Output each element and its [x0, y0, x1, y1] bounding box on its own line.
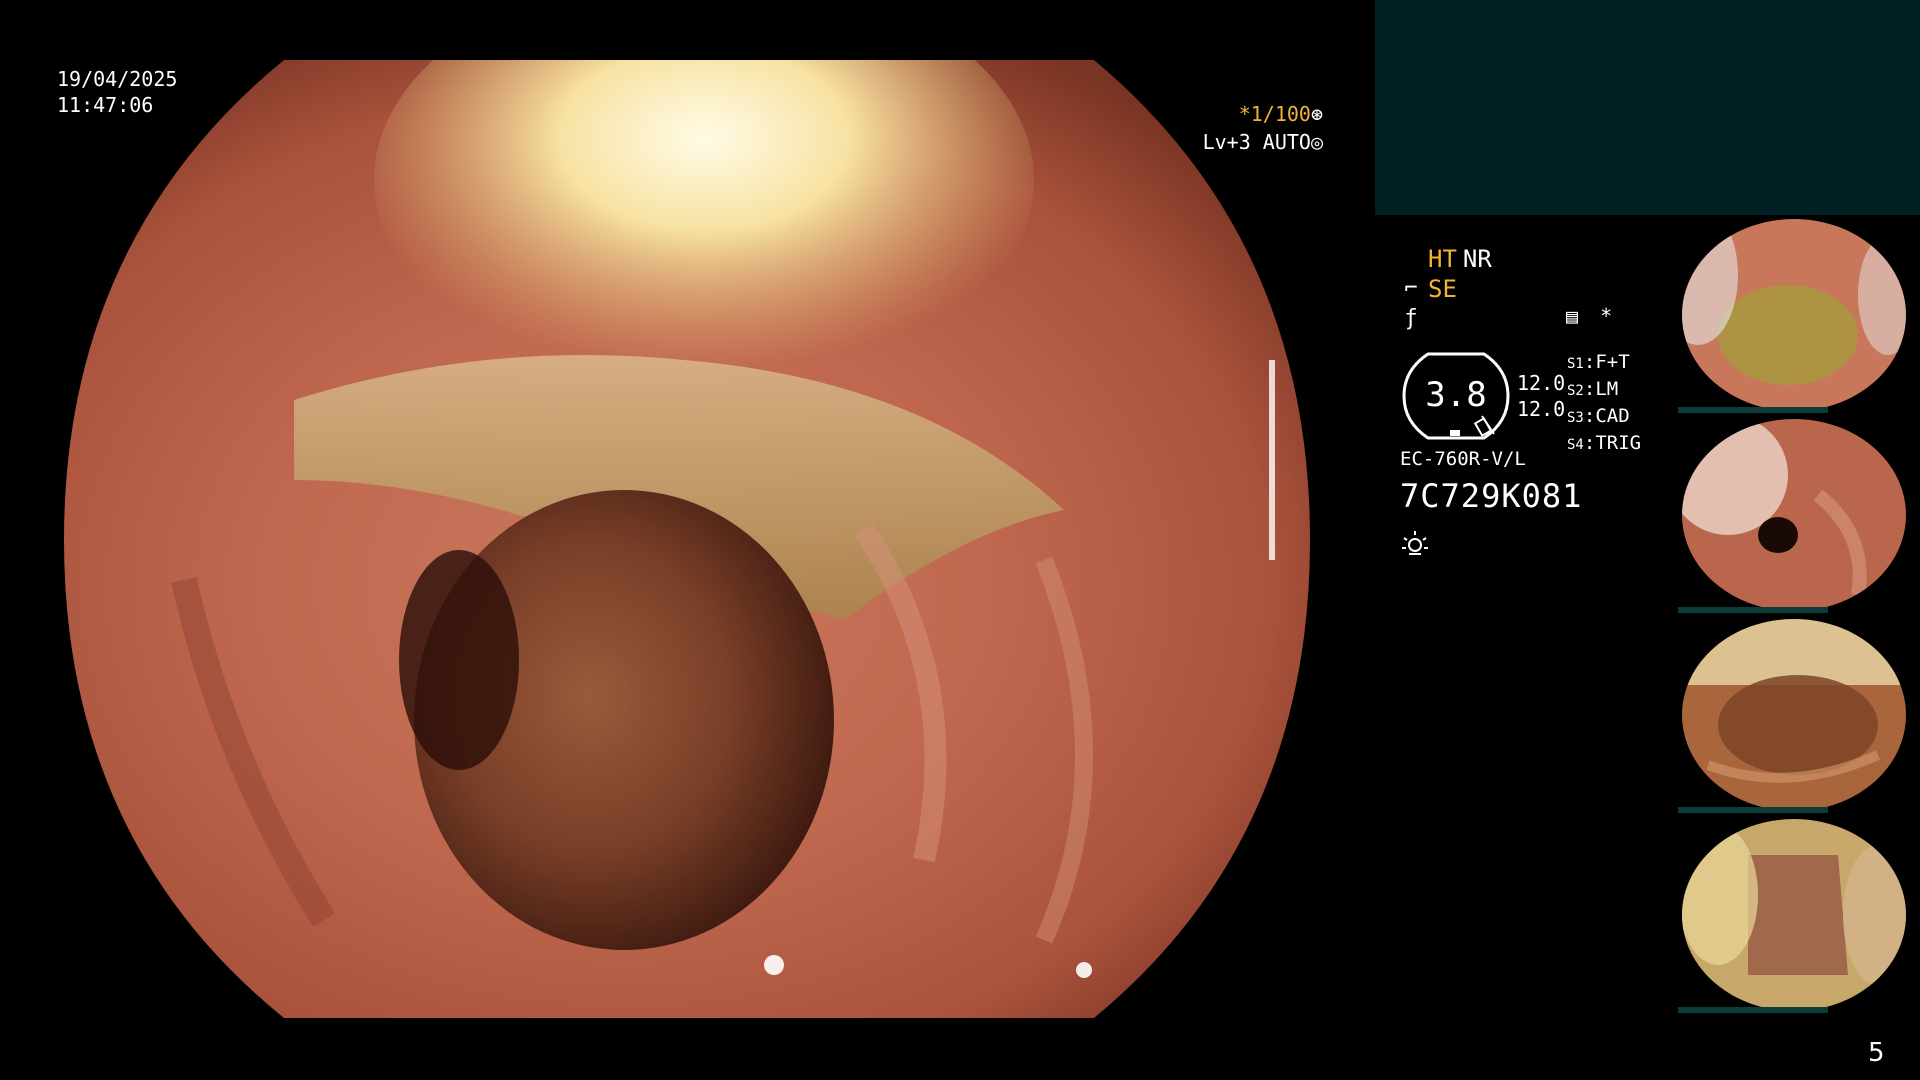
shutter-text: *1/100	[1238, 102, 1311, 126]
switch-row: S2:LM	[1567, 378, 1619, 400]
endoscope-screen: 19/04/2025 11:47:06 *1/100⊛ Lv+3 AUTO◎ H…	[0, 0, 1920, 1080]
page-number: 5	[1868, 1038, 1885, 1068]
iris-icon: ◎	[1310, 130, 1323, 154]
aperture-icon: ⊛	[1310, 102, 1323, 126]
mode-indicators: HT NR ⌐ SE ƒ	[1400, 244, 1492, 334]
star-mark: *	[1600, 304, 1613, 328]
se-label: SE	[1428, 275, 1457, 303]
nr-label: NR	[1462, 245, 1492, 273]
ht-label: HT	[1428, 245, 1457, 273]
thumbnail-2[interactable]	[1668, 415, 1920, 615]
level-text: Lv+3 AUTO	[1202, 130, 1311, 154]
gauge-side-top: 12.0	[1517, 371, 1566, 395]
thumbnail-4[interactable]	[1668, 815, 1920, 1015]
switch-row: S3:CAD	[1567, 405, 1630, 427]
gauge-value: 3.8	[1425, 375, 1487, 415]
mode-row-1: HT NR	[1400, 244, 1492, 274]
function-icon: ƒ	[1404, 306, 1418, 331]
level-row: Lv+3 AUTO◎	[1195, 128, 1323, 156]
shutter-row: *1/100⊛	[1195, 100, 1323, 128]
enhance-icon: ⌐	[1404, 276, 1418, 301]
scope-serial: 7C729K081	[1400, 477, 1583, 515]
main-endoscope-view	[64, 60, 1310, 1018]
mode-row-2: ⌐ SE	[1400, 274, 1492, 304]
switch-assignments: S1:F+T S2:LM S3:CAD S4:TRIG	[1567, 350, 1641, 458]
switch-row: S1:F+T	[1567, 351, 1630, 373]
switch-row: S4:TRIG	[1567, 432, 1642, 454]
scope-model: EC-760R-V/L	[1400, 448, 1526, 470]
thumbnail-3[interactable]	[1668, 615, 1920, 815]
exposure-info: *1/100⊛ Lv+3 AUTO◎	[1195, 100, 1323, 156]
gauge-side-bottom: 12.0	[1517, 397, 1566, 421]
time-text: 11:47:06	[57, 93, 154, 117]
datetime-display: 19/04/2025 11:47:06	[57, 66, 177, 118]
date-text: 19/04/2025	[57, 67, 178, 91]
gauge-side-values: 12.0 12.0	[1517, 370, 1565, 422]
info-panel	[1375, 0, 1920, 215]
status-icons: ▤ *	[1566, 306, 1612, 326]
record-icon: ▤	[1566, 304, 1579, 328]
thumbnail-1[interactable]	[1668, 215, 1920, 415]
light-icon	[1400, 528, 1430, 558]
mode-row-3: ƒ	[1400, 304, 1492, 334]
